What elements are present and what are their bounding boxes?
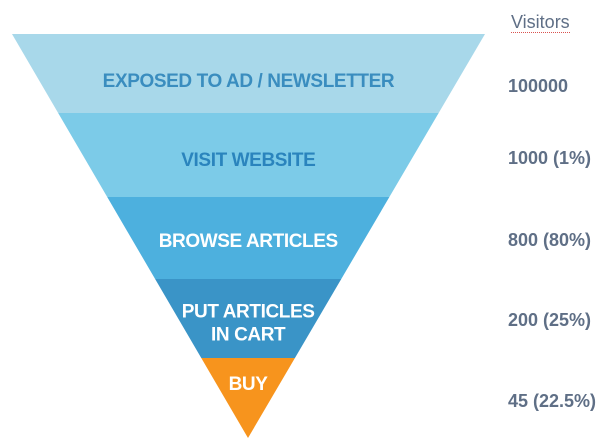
funnel-label-line: BROWSE ARTICLES [159, 231, 338, 252]
stage-value-browse: 800 (80%) [508, 230, 592, 250]
funnel-label-browse: BROWSE ARTICLES [159, 231, 338, 252]
stage-value-visit: 1000 (1%) [508, 148, 592, 168]
funnel-label-buy: BUY [229, 374, 269, 395]
funnel-label-exposed: EXPOSED TO AD / NEWSLETTER [103, 71, 395, 92]
funnel-label-visit: VISIT WEBSITE [181, 150, 315, 171]
stage-value-buy: 45 (22.5%) [508, 391, 597, 411]
funnel-label-line: EXPOSED TO AD / NEWSLETTER [103, 71, 395, 92]
funnel-band-buy [201, 358, 295, 438]
stage-value-exposed: 100000 [508, 76, 569, 96]
visitors-header: Visitors [511, 12, 570, 33]
stage-value-cart: 200 (25%) [508, 310, 592, 330]
funnel-label-line: VISIT WEBSITE [181, 150, 315, 171]
funnel-label-line: PUT ARTICLES [182, 302, 315, 323]
funnel-label-line: IN CART [211, 325, 286, 346]
funnel-diagram: EXPOSED TO AD / NEWSLETTER VISIT WEBSITE B… [12, 34, 485, 438]
funnel-label-line: BUY [229, 374, 269, 395]
